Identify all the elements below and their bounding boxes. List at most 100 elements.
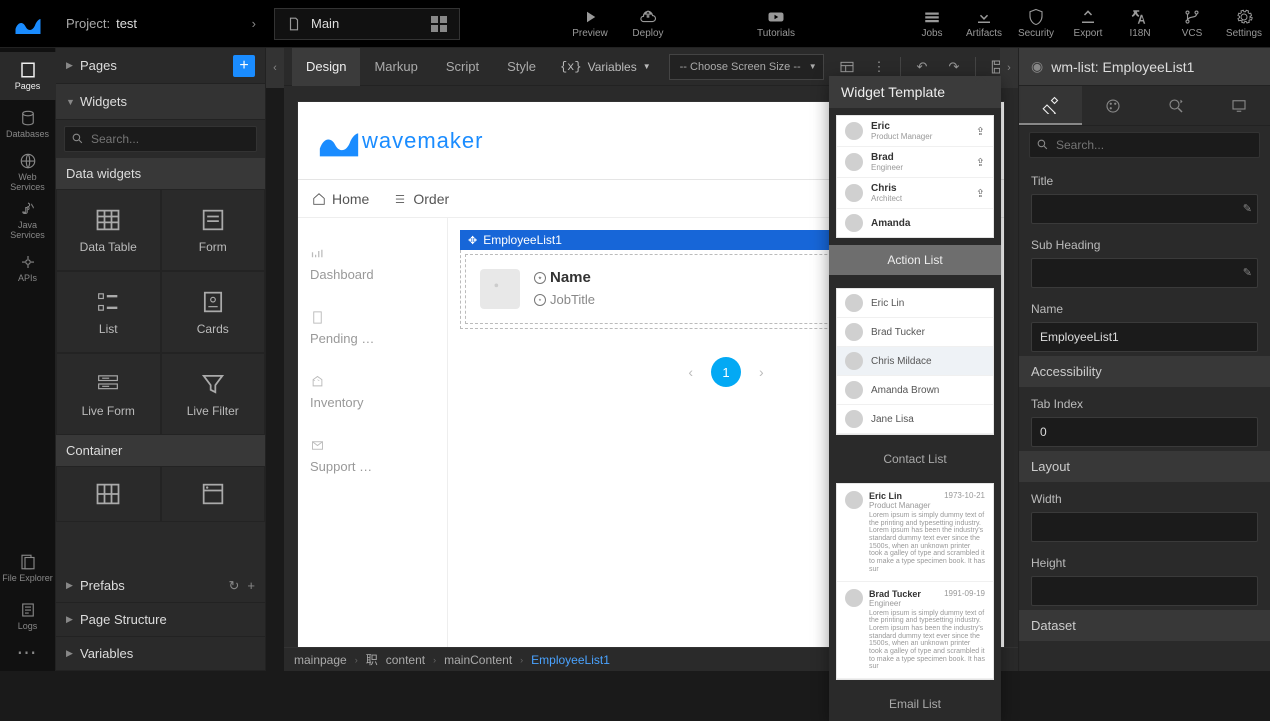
next-page[interactable]: › xyxy=(759,364,764,380)
width-input[interactable] xyxy=(1031,512,1258,542)
tabindex-label: Tab Index xyxy=(1031,397,1258,411)
template-action-list[interactable]: Action List xyxy=(829,245,1001,275)
widget-live-filter[interactable]: Live Filter xyxy=(161,353,266,435)
gear-icon xyxy=(1235,8,1253,26)
shield-icon xyxy=(1027,8,1045,26)
crumb-maincontent[interactable]: mainContent xyxy=(444,653,512,667)
move-icon[interactable]: ✥ xyxy=(468,234,477,247)
mode-script[interactable]: Script xyxy=(432,48,493,86)
left-panel: ▶ Pages + ▼ Widgets Data widgets Data Ta… xyxy=(56,48,266,671)
edit-icon[interactable]: ✎ xyxy=(1243,266,1252,279)
prefabs-section[interactable]: ▶Prefabs ↻+ xyxy=(56,569,265,603)
template-email-list[interactable]: Email List xyxy=(829,687,1001,721)
name-input[interactable] xyxy=(1031,322,1258,352)
widget-list[interactable]: List xyxy=(56,271,161,353)
preview-label: Preview xyxy=(572,28,608,39)
template-action-list-preview[interactable]: EricProduct Manager⇪ BradEngineer⇪ Chris… xyxy=(837,116,993,237)
subheading-input[interactable] xyxy=(1031,258,1258,288)
preview-button[interactable]: Preview xyxy=(560,0,620,48)
widget-live-form[interactable]: Live Form xyxy=(56,353,161,435)
deploy-button[interactable]: Deploy xyxy=(620,0,676,48)
vcs-button[interactable]: VCS xyxy=(1166,0,1218,48)
rail-pages[interactable]: Pages xyxy=(0,52,56,100)
artifacts-button[interactable]: Artifacts xyxy=(958,0,1010,48)
pages-section[interactable]: ▶ Pages + xyxy=(56,48,265,84)
stack-icon xyxy=(923,8,941,26)
mode-markup[interactable]: Markup xyxy=(360,48,431,86)
security-button[interactable]: Security xyxy=(1010,0,1062,48)
rail-databases[interactable]: Databases xyxy=(0,100,56,148)
prev-page[interactable]: ‹ xyxy=(688,364,693,380)
jobtitle-field[interactable]: ⋆JobTitle xyxy=(534,292,595,307)
export-button[interactable]: Export xyxy=(1062,0,1114,48)
tab-properties[interactable] xyxy=(1019,86,1082,125)
wm-brand: wavemaker xyxy=(316,118,483,164)
sn-dashboard[interactable]: Dashboard xyxy=(310,246,435,282)
sn-support[interactable]: Support … xyxy=(310,438,435,474)
collapse-right-panel[interactable]: › xyxy=(1000,48,1018,88)
template-contact-list[interactable]: Contact List xyxy=(829,442,1001,476)
mode-design[interactable]: Design xyxy=(292,48,360,86)
widget-panel[interactable] xyxy=(161,466,266,522)
i18n-button[interactable]: I18N xyxy=(1114,0,1166,48)
sn-pending[interactable]: Pending … xyxy=(310,310,435,346)
template-contact-list-preview[interactable]: Eric Lin Brad Tucker Chris Mildace Amand… xyxy=(837,289,993,434)
rail-fileexplorer[interactable]: File Explorer xyxy=(0,544,56,592)
tabindex-input[interactable] xyxy=(1031,417,1258,447)
refresh-icon[interactable]: ↻ xyxy=(229,578,240,594)
add-page-button[interactable]: + xyxy=(233,55,255,77)
rail-logs[interactable]: Logs xyxy=(0,592,56,640)
grid-icon[interactable] xyxy=(431,16,447,32)
project-name: test xyxy=(116,16,137,31)
rail-apis[interactable]: APIs xyxy=(0,244,56,292)
tutorials-button[interactable]: Tutorials xyxy=(746,0,806,48)
crumb-content[interactable]: content xyxy=(386,653,425,667)
page-structure-section[interactable]: ▶Page Structure xyxy=(56,603,265,637)
nav-home[interactable]: Home xyxy=(312,191,369,207)
template-email-list-preview[interactable]: Eric Lin1973-10-21Product ManagerLorem i… xyxy=(837,484,993,679)
rail-webservices[interactable]: Web Services xyxy=(0,148,56,196)
add-icon[interactable]: + xyxy=(247,578,255,594)
app-logo[interactable] xyxy=(0,0,56,48)
edit-icon[interactable]: ✎ xyxy=(1243,202,1252,215)
crumb-employeelist[interactable]: EmployeeList1 xyxy=(531,653,610,667)
layout-section: Layout xyxy=(1019,451,1270,482)
widget-form[interactable]: Form xyxy=(161,189,266,271)
widgets-section[interactable]: ▼ Widgets xyxy=(56,84,265,120)
nav-order[interactable]: Order xyxy=(393,191,449,207)
page-tab[interactable]: Main xyxy=(274,8,460,40)
page-1[interactable]: 1 xyxy=(711,357,741,387)
properties-search-input[interactable] xyxy=(1029,132,1260,158)
widget-grid-layout[interactable] xyxy=(56,466,161,522)
widget-cards[interactable]: Cards xyxy=(161,271,266,353)
anchor-icon: ⋆ xyxy=(534,272,546,284)
height-input[interactable] xyxy=(1031,576,1258,606)
screen-size-select[interactable]: -- Choose Screen Size --▼ xyxy=(669,54,824,80)
tab-events[interactable] xyxy=(1145,86,1208,125)
widget-grid: Data Table Form List Cards Live Form Liv… xyxy=(56,189,265,435)
more-icon[interactable]: ⋯ xyxy=(17,640,39,665)
crumb-mainpage[interactable]: mainpage xyxy=(294,653,347,667)
cloud-upload-icon xyxy=(639,8,657,26)
widget-search-input[interactable] xyxy=(64,126,257,152)
variables-dropdown[interactable]: {x}Variables▼ xyxy=(550,60,661,74)
chevron-right-icon: ▶ xyxy=(66,60,80,71)
sn-inventory[interactable]: Inventory xyxy=(310,374,435,410)
name-field[interactable]: ⋆Name xyxy=(534,269,595,286)
tab-device[interactable] xyxy=(1207,86,1270,125)
widget-data-table[interactable]: Data Table xyxy=(56,189,161,271)
project-selector[interactable]: Project: test › xyxy=(56,16,266,31)
tab-style[interactable] xyxy=(1082,86,1145,125)
rail-javaservices[interactable]: Java Services xyxy=(0,196,56,244)
pin-icon[interactable]: ◉ xyxy=(1031,58,1043,75)
properties-panel: ◉ wm-list: EmployeeList1 Title✎ Sub Head… xyxy=(1018,48,1270,671)
variables-section[interactable]: ▶Variables xyxy=(56,637,265,671)
employee-list-title: EmployeeList1 xyxy=(483,233,562,247)
share-icon: ⇪ xyxy=(976,125,985,138)
settings-button[interactable]: Settings xyxy=(1218,0,1270,48)
title-input[interactable] xyxy=(1031,194,1258,224)
mode-style[interactable]: Style xyxy=(493,48,550,86)
page-icon xyxy=(287,17,301,31)
collapse-left-panel[interactable]: ‹ xyxy=(266,48,284,88)
jobs-button[interactable]: Jobs xyxy=(906,0,958,48)
